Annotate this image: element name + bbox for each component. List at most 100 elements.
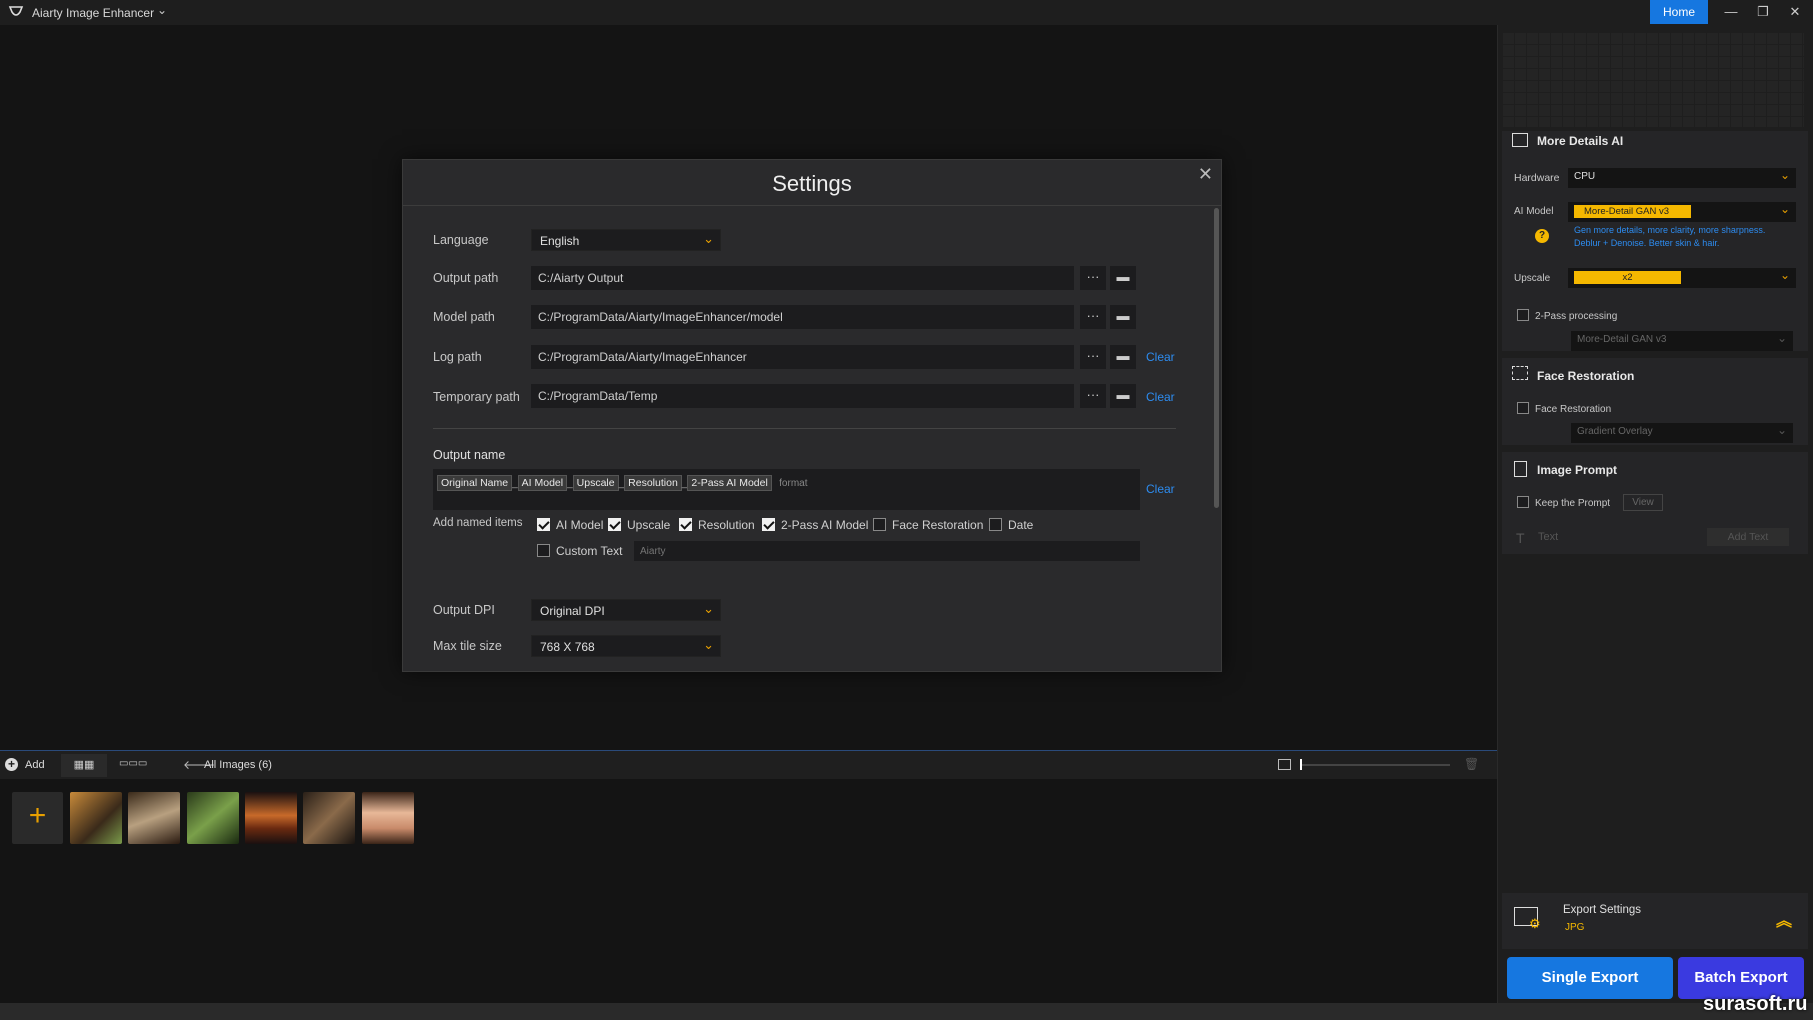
thumbnail-owl[interactable] [128, 792, 180, 844]
more-options-button[interactable]: ··· [1080, 345, 1106, 369]
chevron-down-icon: ⌄ [1776, 423, 1787, 437]
chevron-down-icon[interactable]: ⌄ [157, 3, 167, 17]
name-tag[interactable]: Original Name [437, 475, 513, 491]
hardware-select[interactable]: CPU ⌄ [1568, 168, 1796, 188]
dialog-title: Settings [772, 171, 852, 196]
output-dpi-select[interactable]: Original DPI ⌄ [531, 599, 721, 621]
help-icon[interactable]: ? [1535, 229, 1549, 243]
temp-path-clear-link[interactable]: Clear [1146, 390, 1175, 404]
face-restoration-checkbox-row[interactable]: Face Restoration [1517, 402, 1611, 415]
restore-button[interactable]: ❐ [1748, 0, 1778, 24]
output-path-label: Output path [433, 271, 499, 285]
folder-icon[interactable]: ▬ [1110, 305, 1136, 329]
single-export-button[interactable]: Single Export [1507, 957, 1673, 999]
language-select[interactable]: English ⌄ [531, 229, 721, 251]
minimize-button[interactable]: — [1716, 0, 1746, 24]
folder-icon[interactable]: ▬ [1110, 345, 1136, 369]
bottom-toolbar: + Add ▦▦ ▭▭▭ 🡐 All Images (6) 🗑 [0, 750, 1497, 779]
thumbnail-tiger[interactable] [70, 792, 122, 844]
title-bar: Aiarty Image Enhancer ⌄ Home — ❐ ✕ [0, 0, 1813, 25]
checkbox-custom-text[interactable]: Custom Text [537, 544, 622, 558]
export-settings-panel[interactable] [1502, 893, 1808, 949]
name-tag[interactable]: Upscale [572, 475, 619, 491]
checkbox[interactable] [1517, 309, 1529, 321]
view-prompt-button[interactable]: View [1623, 494, 1663, 511]
text-icon: T [1516, 530, 1525, 546]
divider [433, 428, 1176, 429]
checkbox[interactable] [608, 518, 621, 531]
output-name-clear-link[interactable]: Clear [1146, 482, 1175, 496]
ai-model-select[interactable]: More-Detail GAN v3 ⌄ [1568, 202, 1796, 222]
add-icon[interactable]: + [5, 758, 18, 771]
document-icon [1514, 461, 1527, 477]
thumbnail-cat-warrior[interactable] [303, 792, 355, 844]
checkbox-2pass-ai-model[interactable]: 2-Pass AI Model [762, 518, 868, 532]
dialog-header: Settings ✕ [403, 160, 1221, 206]
output-path-field[interactable]: C:/Aiarty Output [531, 266, 1074, 290]
upscale-select[interactable]: x2 ⌄ [1568, 268, 1796, 288]
max-tile-select[interactable]: 768 X 768 ⌄ [531, 635, 721, 657]
face-restoration-model-select: Gradient Overlay ⌄ [1571, 423, 1793, 443]
close-button[interactable]: ✕ [1780, 0, 1810, 24]
keep-prompt-checkbox-row[interactable]: Keep the Prompt [1517, 496, 1610, 509]
face-restoration-title: Face Restoration [1537, 369, 1635, 383]
add-button[interactable]: Add [25, 759, 45, 771]
output-dpi-value: Original DPI [540, 604, 605, 618]
zoom-slider-handle[interactable] [1300, 759, 1302, 770]
name-tag[interactable]: 2-Pass AI Model [687, 475, 772, 491]
checkbox-date[interactable]: Date [989, 518, 1033, 532]
image-prompt-title: Image Prompt [1537, 463, 1618, 477]
chevron-down-icon: ⌄ [1776, 331, 1787, 345]
checkbox-upscale[interactable]: Upscale [608, 518, 670, 532]
checkbox-resolution[interactable]: Resolution [679, 518, 755, 532]
more-details-icon [1512, 133, 1528, 147]
grid-view-icon[interactable]: ▦▦ [61, 754, 107, 777]
folder-icon[interactable]: ▬ [1110, 384, 1136, 408]
checkbox[interactable] [537, 518, 550, 531]
temp-path-field[interactable]: C:/ProgramData/Temp [531, 384, 1074, 408]
max-tile-label: Max tile size [433, 639, 502, 653]
checkbox[interactable] [873, 518, 886, 531]
checkbox-face-restoration[interactable]: Face Restoration [873, 518, 983, 532]
chevron-up-icon[interactable]: ︽ [1776, 907, 1792, 931]
add-image-button[interactable]: + [12, 792, 63, 844]
checkbox[interactable] [1517, 402, 1529, 414]
add-text-button: Add Text [1707, 528, 1789, 546]
checkbox[interactable] [762, 518, 775, 531]
temp-path-label: Temporary path [433, 390, 520, 404]
thumbnail-frog[interactable] [187, 792, 239, 844]
checkbox[interactable] [679, 518, 692, 531]
trash-icon[interactable]: 🗑 [1464, 757, 1479, 771]
two-pass-model-select: More-Detail GAN v3 ⌄ [1571, 331, 1793, 351]
two-pass-checkbox-row[interactable]: 2-Pass processing [1517, 309, 1617, 322]
log-path-clear-link[interactable]: Clear [1146, 350, 1175, 364]
thumbnail-woman[interactable] [362, 792, 414, 844]
model-path-label: Model path [433, 310, 495, 324]
more-options-button[interactable]: ··· [1080, 305, 1106, 329]
upscale-chip: x2 [1574, 271, 1681, 284]
ai-model-description-2: Deblur + Denoise. Better skin & hair. [1574, 238, 1720, 248]
format-suffix: format [779, 478, 808, 489]
more-options-button[interactable]: ··· [1080, 266, 1106, 290]
preview-navigator[interactable] [1502, 32, 1804, 127]
name-tag[interactable]: AI Model [517, 475, 568, 491]
custom-text-input[interactable] [634, 541, 1140, 561]
checkbox[interactable] [989, 518, 1002, 531]
name-tag[interactable]: Resolution [624, 475, 682, 491]
checkbox-ai-model[interactable]: AI Model [537, 518, 603, 532]
checkbox[interactable] [537, 544, 550, 557]
filmstrip-view-icon[interactable]: ▭▭▭ [119, 758, 147, 769]
all-images-label[interactable]: All Images (6) [204, 759, 272, 771]
close-icon[interactable]: ✕ [1198, 164, 1213, 185]
home-button[interactable]: Home [1650, 0, 1708, 24]
thumbnail-burger[interactable] [245, 792, 297, 844]
output-name-field[interactable]: Original Name _ AI Model _ Upscale _ Resolutio… [433, 469, 1140, 510]
zoom-slider[interactable] [1300, 764, 1450, 766]
app-title[interactable]: Aiarty Image Enhancer [32, 6, 154, 20]
log-path-field[interactable]: C:/ProgramData/Aiarty/ImageEnhancer [531, 345, 1074, 369]
more-options-button[interactable]: ··· [1080, 384, 1106, 408]
scrollbar[interactable] [1214, 208, 1219, 508]
folder-icon[interactable]: ▬ [1110, 266, 1136, 290]
model-path-field[interactable]: C:/ProgramData/Aiarty/ImageEnhancer/mode… [531, 305, 1074, 329]
checkbox[interactable] [1517, 496, 1529, 508]
